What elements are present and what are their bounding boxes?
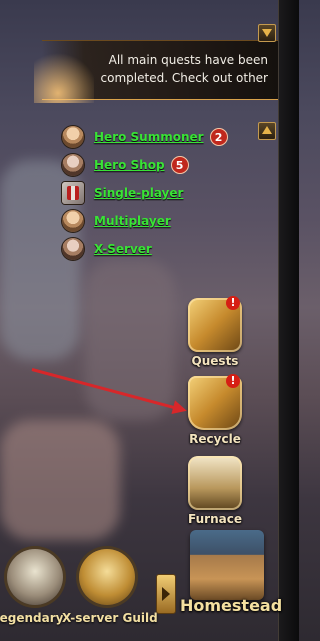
hero-avatar-icon xyxy=(62,126,84,148)
count-badge: 2 xyxy=(209,128,228,146)
chevron-right-icon xyxy=(162,587,170,601)
list-item-hero-shop[interactable]: Hero Shop 5 xyxy=(62,152,189,178)
single-player-link[interactable]: Single-player xyxy=(94,186,183,200)
alert-badge: ! xyxy=(226,296,240,310)
multiplayer-link[interactable]: Multiplayer xyxy=(94,214,171,228)
quests-label: Quests xyxy=(191,354,239,368)
furnace-icon xyxy=(188,456,242,510)
legendary-button[interactable] xyxy=(0,549,70,619)
furnace-button[interactable]: Furnace xyxy=(180,456,250,526)
list-item-x-server[interactable]: X-Server xyxy=(62,236,152,262)
list-item-multiplayer[interactable]: Multiplayer xyxy=(62,208,171,234)
quests-scroll-icon: ! xyxy=(188,296,242,352)
homestead-house-icon[interactable] xyxy=(190,530,264,600)
hero-shop-link[interactable]: Hero Shop xyxy=(94,158,165,172)
collapse-list-button[interactable] xyxy=(258,122,276,140)
recycle-bin-icon: ! xyxy=(188,374,242,430)
recycle-label: Recycle xyxy=(189,432,241,446)
quest-banner-text: All main quests have been completed. Che… xyxy=(100,53,268,85)
xserver-guild-label: X-server Guild xyxy=(62,611,158,625)
hero-summoner-link[interactable]: Hero Summoner xyxy=(94,130,204,144)
recycle-button[interactable]: ! Recycle xyxy=(180,374,250,446)
hero-avatar-icon xyxy=(62,154,84,176)
guild-flag-icon xyxy=(79,549,135,605)
count-badge: 5 xyxy=(170,156,189,174)
quest-banner[interactable]: All main quests have been completed. Che… xyxy=(34,37,278,103)
legendary-label: Legendary xyxy=(0,611,64,625)
list-item-hero-summoner[interactable]: Hero Summoner 2 xyxy=(62,124,228,150)
xserver-guild-button[interactable] xyxy=(72,549,142,619)
hero-avatar-icon xyxy=(62,210,84,232)
x-server-link[interactable]: X-Server xyxy=(94,242,152,256)
quests-button[interactable]: ! Quests xyxy=(180,296,250,368)
collapse-banner-button[interactable] xyxy=(258,24,276,42)
right-frame xyxy=(278,0,299,641)
list-item-single-player[interactable]: Single-player xyxy=(62,180,183,206)
homestead-label[interactable]: Homestead xyxy=(180,596,282,615)
legendary-icon xyxy=(7,549,63,605)
hero-avatar-icon xyxy=(62,238,84,260)
shield-icon xyxy=(62,182,84,204)
furnace-label: Furnace xyxy=(188,512,242,526)
expand-bar-button[interactable] xyxy=(156,574,176,614)
background-blur-3 xyxy=(0,420,120,540)
alert-badge: ! xyxy=(226,374,240,388)
